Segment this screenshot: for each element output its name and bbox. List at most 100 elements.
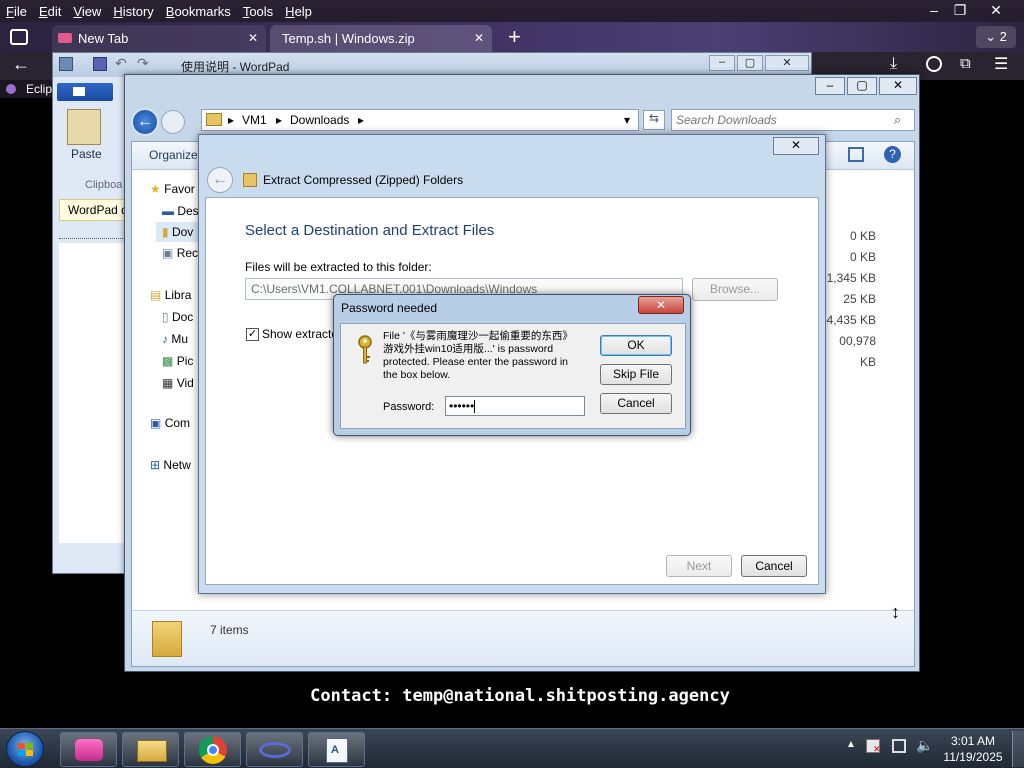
save-icon[interactable] bbox=[93, 57, 107, 71]
file-size: 1,345 KB bbox=[826, 271, 876, 285]
bookmark-item[interactable]: Eclip bbox=[26, 80, 52, 98]
volume-muted-icon[interactable]: 🔈 bbox=[916, 737, 933, 754]
ok-button[interactable]: OK bbox=[600, 335, 672, 356]
refresh-icon[interactable]: ⇆ bbox=[643, 110, 665, 130]
show-desktop-button[interactable] bbox=[1012, 731, 1024, 767]
taskbar-eclipse[interactable] bbox=[246, 732, 303, 767]
show-hidden-icons-icon[interactable]: ▲ bbox=[846, 739, 856, 750]
back-button[interactable]: ← bbox=[207, 167, 233, 193]
redo-icon[interactable]: ↷ bbox=[137, 55, 149, 72]
taskbar-explorer[interactable] bbox=[122, 732, 179, 767]
tab-list-button[interactable]: ⌄ 2 bbox=[976, 26, 1016, 48]
sidebar-item-network[interactable]: ⊞ Netw bbox=[150, 458, 191, 472]
menu-tools[interactable]: Tools bbox=[237, 4, 279, 19]
clipboard-group-label: Clipboa bbox=[85, 179, 123, 191]
sidebar-item-favorites[interactable]: ★ Favor bbox=[150, 182, 195, 196]
paste-icon[interactable] bbox=[67, 109, 101, 145]
cancel-button[interactable]: Cancel bbox=[741, 555, 807, 577]
back-arrow-icon[interactable]: ← bbox=[12, 54, 30, 75]
close-window-button[interactable]: ✕ bbox=[982, 0, 1010, 20]
tab-close-icon[interactable]: ✕ bbox=[248, 25, 258, 52]
infinity-icon bbox=[259, 742, 291, 758]
taskbar-chrome[interactable] bbox=[184, 732, 241, 767]
sidebar-item-documents[interactable]: ▯ Doc bbox=[162, 310, 193, 324]
network-icon[interactable] bbox=[892, 739, 906, 753]
address-bar[interactable]: ▸ VM1 ▸ Downloads ▸ ▾ bbox=[201, 109, 639, 131]
breadcrumb-downloads[interactable]: Downloads bbox=[290, 110, 349, 130]
extensions-icon[interactable]: ⧉ bbox=[960, 55, 971, 72]
zip-folder-icon bbox=[243, 173, 257, 187]
sidebar-item-videos[interactable]: ▦ Vid bbox=[162, 376, 194, 390]
tab-close-icon[interactable]: ✕ bbox=[474, 25, 484, 52]
password-input[interactable]: •••••• bbox=[445, 396, 585, 416]
skip-file-button[interactable]: Skip File bbox=[600, 364, 672, 385]
sidebar-item-desktop[interactable]: ▬ Des bbox=[162, 204, 199, 218]
extract-close-button[interactable]: ✕ bbox=[773, 137, 819, 155]
tab-favicon-icon bbox=[58, 33, 72, 43]
start-button[interactable] bbox=[6, 731, 44, 767]
search-input[interactable] bbox=[676, 112, 886, 128]
wordpad-doc-tab[interactable]: WordPad d bbox=[59, 199, 129, 221]
menu-history[interactable]: History bbox=[107, 4, 159, 19]
sidebar-item-computer[interactable]: ▣ Com bbox=[150, 416, 190, 430]
minimize-button[interactable]: – bbox=[920, 0, 948, 20]
taskbar-wordpad[interactable]: A bbox=[308, 732, 365, 767]
video-icon: ▦ bbox=[162, 376, 174, 390]
download-icon[interactable]: ⤓ bbox=[890, 55, 897, 73]
menu-edit[interactable]: Edit bbox=[33, 4, 67, 19]
explorer-maximize-button[interactable]: ▢ bbox=[847, 77, 877, 95]
wordpad-maximize-button[interactable]: ▢ bbox=[737, 55, 763, 71]
back-button[interactable]: ← bbox=[131, 108, 159, 136]
new-tab-button[interactable]: + bbox=[508, 24, 521, 50]
help-icon[interactable]: ? bbox=[884, 146, 901, 163]
password-dialog: Password needed ✕ File '《与雾雨魔理沙一起偷重要的东西》… bbox=[333, 294, 691, 436]
sidebar-item-pictures[interactable]: ▩ Pic bbox=[162, 354, 193, 368]
search-box[interactable]: ⌕ bbox=[671, 109, 915, 131]
undo-icon[interactable]: ↶ bbox=[115, 55, 127, 72]
tab-overview-icon[interactable] bbox=[10, 29, 28, 45]
tab-count: 2 bbox=[999, 29, 1007, 44]
tab-temp-sh[interactable]: Temp.sh | Windows.zip ✕ bbox=[270, 25, 492, 52]
sidebar-item-music[interactable]: ♪ Mu bbox=[162, 332, 188, 346]
sidebar-item-libraries[interactable]: ▤ Libra bbox=[150, 288, 191, 302]
wordpad-menu-button[interactable] bbox=[57, 83, 113, 101]
browse-button[interactable]: Browse... bbox=[692, 278, 778, 301]
taskbar-firefox[interactable] bbox=[60, 732, 117, 767]
tab-new-tab[interactable]: New Tab ✕ bbox=[52, 25, 266, 52]
file-size: 25 KB bbox=[843, 292, 876, 306]
preview-pane-icon[interactable] bbox=[848, 147, 864, 162]
next-button[interactable]: Next bbox=[666, 555, 732, 577]
eclipse-icon bbox=[6, 84, 16, 94]
clock-date: 11/19/2025 bbox=[943, 750, 1003, 764]
restore-button[interactable]: ❐ bbox=[946, 0, 974, 20]
firefox-nightly-icon bbox=[75, 739, 103, 761]
password-close-button[interactable]: ✕ bbox=[638, 296, 684, 314]
password-cancel-button[interactable]: Cancel bbox=[600, 393, 672, 414]
organize-button[interactable]: Organize bbox=[149, 148, 198, 162]
firefox-tabbar: New Tab ✕ Temp.sh | Windows.zip ✕ + ⌄ 2 bbox=[0, 22, 1024, 52]
menu-file[interactable]: File bbox=[0, 4, 33, 19]
folder-icon: ▮ bbox=[162, 225, 169, 239]
clock-time: 3:01 AM bbox=[950, 734, 996, 748]
wordpad-minimize-button[interactable]: – bbox=[709, 55, 735, 71]
paste-button[interactable]: Paste bbox=[71, 147, 102, 161]
explorer-minimize-button[interactable]: – bbox=[815, 77, 845, 95]
folder-icon bbox=[137, 740, 167, 762]
explorer-close-button[interactable]: ✕ bbox=[879, 77, 917, 95]
menu-help[interactable]: Help bbox=[279, 4, 318, 19]
action-center-icon[interactable]: ✕ bbox=[866, 739, 881, 754]
wordpad-document-area[interactable] bbox=[59, 243, 129, 543]
show-extracted-checkbox[interactable]: ✓ bbox=[246, 328, 259, 341]
file-size: 0 KB bbox=[849, 229, 876, 243]
forward-button[interactable] bbox=[161, 110, 185, 134]
menu-hamburger-icon[interactable]: ☰ bbox=[994, 54, 1008, 74]
wordpad-close-button[interactable]: ✕ bbox=[765, 55, 809, 71]
menu-bookmarks[interactable]: Bookmarks bbox=[160, 4, 237, 19]
menu-view[interactable]: View bbox=[67, 4, 107, 19]
clock[interactable]: 3:01 AM 11/19/2025 bbox=[940, 733, 1006, 765]
sidebar-item-recent[interactable]: ▣ Rec bbox=[162, 246, 198, 260]
breadcrumb-vm1[interactable]: VM1 bbox=[242, 110, 267, 130]
chevron-down-icon[interactable]: ▾ bbox=[624, 110, 630, 130]
account-icon[interactable] bbox=[926, 56, 942, 72]
breadcrumb-separator: ▸ bbox=[358, 113, 365, 127]
